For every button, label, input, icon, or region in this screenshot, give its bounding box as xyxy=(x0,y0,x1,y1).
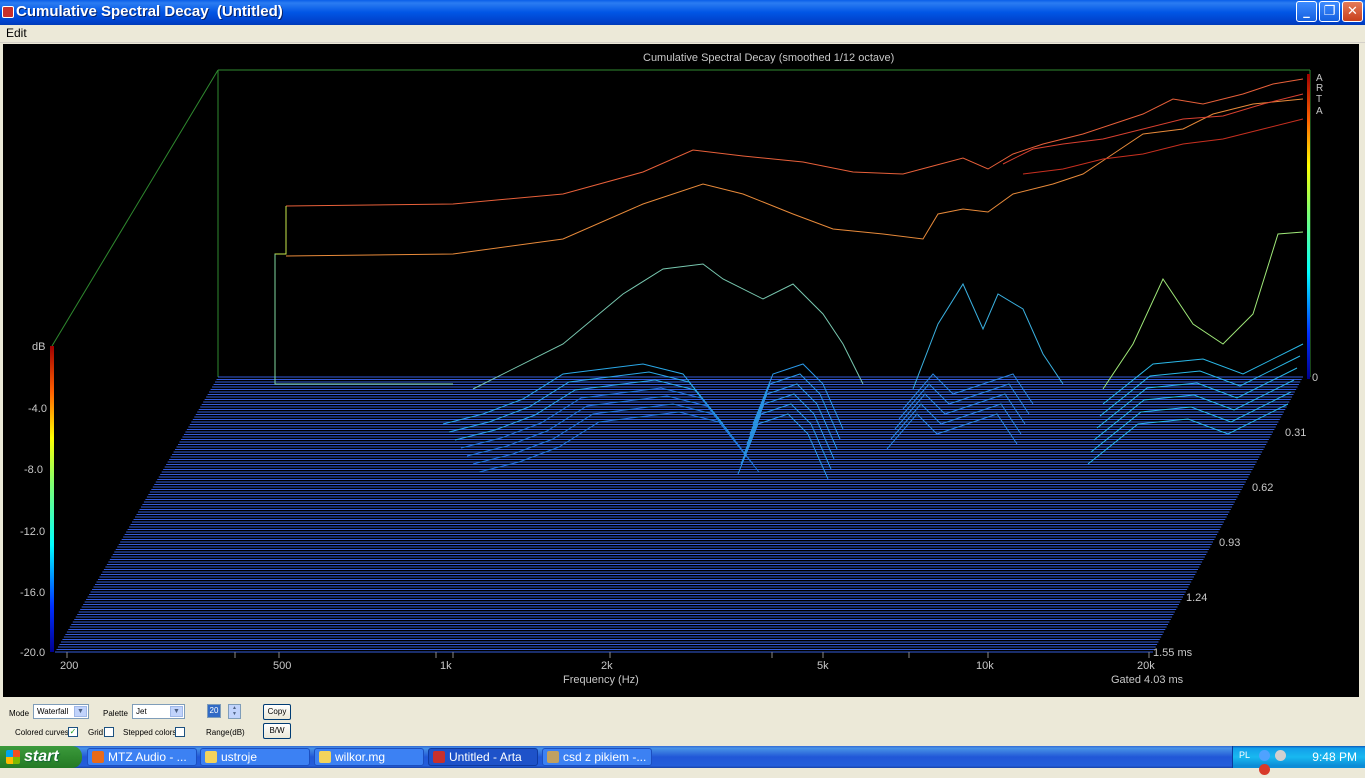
waterfall-plot: Cumulative Spectral Decay (smoothed 1/12… xyxy=(3,44,1359,697)
task-mtz-audio[interactable]: MTZ Audio - ... xyxy=(87,748,197,766)
decay-curve xyxy=(1002,93,1304,165)
task-csd-z-pikiem[interactable]: csd z pikiem -... xyxy=(542,748,652,766)
arta-icon xyxy=(433,751,445,763)
palette-select[interactable]: Jet ▼ xyxy=(132,704,185,719)
stepped-colors-checkbox[interactable] xyxy=(175,727,185,737)
db-tick: -4.0 xyxy=(28,403,47,415)
range-input[interactable]: 20 xyxy=(207,704,221,718)
freq-tick: 2k xyxy=(601,660,613,672)
bw-button[interactable]: B/W xyxy=(263,723,291,739)
freq-tick: 1k xyxy=(440,660,452,672)
task-label: csd z pikiem -... xyxy=(563,750,647,764)
decay-curve xyxy=(912,282,1064,390)
task-ustroje[interactable]: ustroje xyxy=(200,748,310,766)
time-tick: 1.24 xyxy=(1186,592,1207,604)
freq-tick: 10k xyxy=(976,660,994,672)
waterfall-chart: Cumulative Spectral Decay (smoothed 1/12… xyxy=(20,52,1323,686)
freq-tick: 500 xyxy=(273,660,291,672)
mode-select-value: Waterfall xyxy=(37,707,69,716)
grid-checkbox[interactable] xyxy=(104,727,114,737)
task-untitled-arta[interactable]: Untitled - Arta xyxy=(428,748,538,766)
window-title: Cumulative Spectral Decay (Untitled) xyxy=(16,3,283,20)
language-indicator[interactable]: PL xyxy=(1239,750,1250,760)
palette-select-value: Jet xyxy=(136,707,147,716)
start-button[interactable]: start xyxy=(0,746,82,768)
logo-r: R xyxy=(1316,83,1323,94)
logo-t: T xyxy=(1316,94,1322,105)
mode-label: Mode xyxy=(9,709,30,718)
task-label: Untitled - Arta xyxy=(449,750,522,764)
dropdown-arrow-icon: ▼ xyxy=(170,706,183,717)
app-icon xyxy=(2,6,14,18)
time-tick: 0.62 xyxy=(1252,482,1273,494)
time-tick: 0.31 xyxy=(1285,427,1306,439)
db-tick: -8.0 xyxy=(24,464,43,476)
gated-label: Gated 4.03 ms xyxy=(1111,674,1184,686)
security-icon[interactable] xyxy=(1259,764,1270,775)
system-tray: PL 9:48 PM xyxy=(1232,746,1365,775)
db-tick: -20.0 xyxy=(20,647,45,659)
controls-panel: Mode Waterfall ▼ Palette Jet ▼ 20 ▲ ▼ Ran… xyxy=(0,698,1365,746)
plot-frame xyxy=(51,69,1311,377)
range-spinner[interactable]: ▲ ▼ xyxy=(228,704,241,719)
tray-icons xyxy=(1259,750,1299,775)
task-label: ustroje xyxy=(221,750,258,764)
minimize-button[interactable]: _ xyxy=(1296,1,1317,22)
start-flag-icon xyxy=(6,750,20,764)
dropdown-arrow-icon: ▼ xyxy=(74,706,87,717)
menu-edit[interactable]: Edit xyxy=(6,26,27,40)
decay-curve xyxy=(274,254,453,385)
volume-icon[interactable] xyxy=(1275,750,1287,761)
task-wilkor[interactable]: wilkor.mg xyxy=(314,748,424,766)
time-tick: 0 xyxy=(1312,372,1318,384)
task-label: wilkor.mg xyxy=(335,750,386,764)
task-label: MTZ Audio - ... xyxy=(108,750,187,764)
db-tick: -12.0 xyxy=(20,526,45,538)
title-bar[interactable]: Cumulative Spectral Decay (Untitled) _ ❐… xyxy=(0,0,1365,25)
close-button[interactable]: ✕ xyxy=(1342,1,1363,22)
colored-curves-checkbox[interactable]: ✓ xyxy=(68,727,78,737)
waterfall-floor xyxy=(55,376,1303,653)
clock: 9:48 PM xyxy=(1312,750,1357,764)
stepped-colors-label: Stepped colors xyxy=(123,728,177,737)
freq-tick: 200 xyxy=(60,660,78,672)
start-label: start xyxy=(24,748,59,765)
logo-a2: A xyxy=(1316,106,1323,117)
maximize-button[interactable]: ❐ xyxy=(1319,1,1340,22)
time-tick: 1.55 ms xyxy=(1153,647,1193,659)
db-axis-label: dB xyxy=(32,341,45,353)
db-tick: -16.0 xyxy=(20,587,45,599)
plot-title: Cumulative Spectral Decay (smoothed 1/12… xyxy=(643,52,894,64)
time-tick: 0.93 xyxy=(1219,537,1240,549)
right-colorbar xyxy=(1307,74,1310,379)
decay-curve xyxy=(274,206,287,384)
range-label: Range(dB) xyxy=(206,728,245,737)
copy-button[interactable]: Copy xyxy=(263,704,291,720)
taskbar: start MTZ Audio - ... ustroje wilkor.mg … xyxy=(0,746,1365,775)
folder-icon xyxy=(319,751,331,763)
firefox-icon xyxy=(92,751,104,763)
image-icon xyxy=(547,751,559,763)
palette-label: Palette xyxy=(103,709,128,718)
decay-curve xyxy=(1102,231,1304,390)
menu-bar: Edit xyxy=(0,25,1365,43)
freq-axis-label: Frequency (Hz) xyxy=(563,674,639,686)
colored-curves-label: Colored curves xyxy=(15,728,69,737)
grid-label: Grid xyxy=(88,728,104,737)
decay-curve xyxy=(285,78,1304,207)
freq-tick: 20k xyxy=(1137,660,1155,672)
freq-tick: 5k xyxy=(817,660,829,672)
decay-curve xyxy=(285,98,1304,257)
mode-select[interactable]: Waterfall ▼ xyxy=(33,704,89,719)
decay-curve xyxy=(1022,118,1304,175)
folder-icon xyxy=(205,751,217,763)
network-icon[interactable] xyxy=(1259,750,1270,761)
db-colorbar xyxy=(50,346,54,652)
